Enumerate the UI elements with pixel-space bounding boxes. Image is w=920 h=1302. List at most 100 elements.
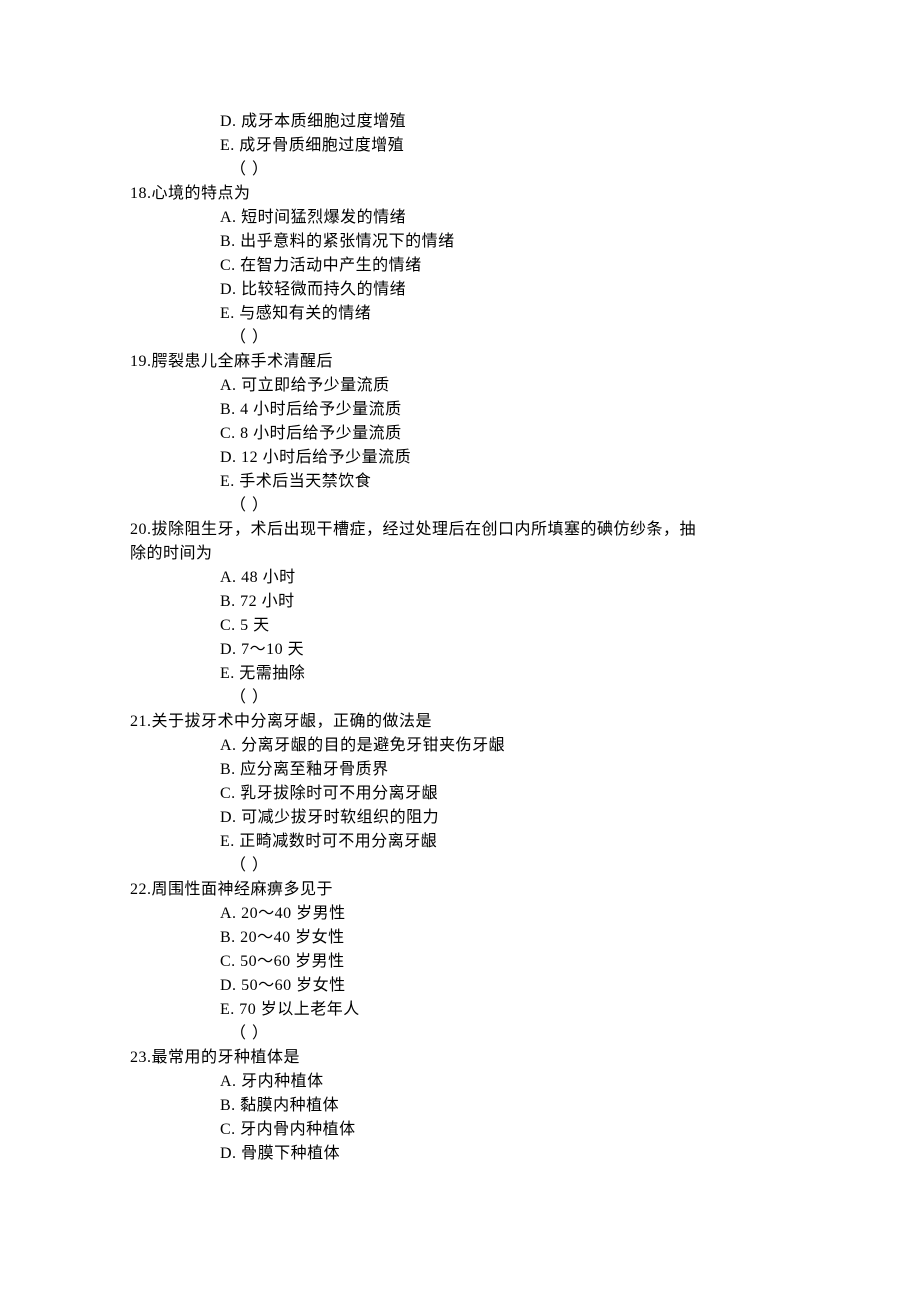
option-text: 无需抽除: [239, 665, 305, 682]
option-text: 50～60 岁男性: [240, 953, 345, 970]
answer-blank: （ ）: [130, 158, 790, 182]
q20-option-A: A. 48 小时: [130, 566, 790, 590]
option-letter: C.: [220, 425, 236, 442]
q18-text: 心境的特点为: [152, 185, 251, 202]
q22-num: 22.: [130, 881, 152, 898]
option-letter-E: E.: [220, 137, 235, 154]
option-letter: C.: [220, 953, 236, 970]
q19-option-D: D. 12 小时后给予少量流质: [130, 446, 790, 470]
option-letter: B.: [220, 929, 236, 946]
option-text: 5 天: [240, 617, 270, 634]
q19-option-B: B. 4 小时后给予少量流质: [130, 398, 790, 422]
option-text: 出乎意料的紧张情况下的情绪: [240, 233, 455, 250]
option-text: 20～40 岁女性: [240, 929, 345, 946]
q20-text-line2: 除的时间为: [130, 542, 790, 566]
q20-option-B: B. 72 小时: [130, 590, 790, 614]
q18-option-B: B. 出乎意料的紧张情况下的情绪: [130, 230, 790, 254]
option-letter: A.: [220, 1073, 237, 1090]
option-text: 应分离至釉牙骨质界: [240, 761, 389, 778]
option-letter: D.: [220, 449, 237, 466]
q21-option-E: E. 正畸减数时可不用分离牙龈: [130, 830, 790, 854]
option-text: 可立即给予少量流质: [241, 377, 390, 394]
answer-blank: （ ）: [130, 326, 790, 350]
q21-option-C: C. 乳牙拔除时可不用分离牙龈: [130, 782, 790, 806]
q20-option-C: C. 5 天: [130, 614, 790, 638]
option-letter: B.: [220, 233, 236, 250]
option-letter: E.: [220, 833, 235, 850]
option-text: 骨膜下种植体: [241, 1145, 340, 1162]
q22-text: 周围性面神经麻痹多见于: [152, 881, 334, 898]
option-text: 手术后当天禁饮食: [239, 473, 371, 490]
option-E: E. 成牙骨质细胞过度增殖: [130, 134, 790, 158]
question-22: 22.周围性面神经麻痹多见于: [130, 878, 790, 902]
option-text: 正畸减数时可不用分离牙龈: [239, 833, 437, 850]
option-letter: E.: [220, 1001, 235, 1018]
option-letter: A.: [220, 209, 237, 226]
option-text: 乳牙拔除时可不用分离牙龈: [240, 785, 438, 802]
option-letter: D.: [220, 281, 237, 298]
q18-option-A: A. 短时间猛烈爆发的情绪: [130, 206, 790, 230]
q23-text: 最常用的牙种植体是: [152, 1049, 301, 1066]
option-text: 72 小时: [240, 593, 295, 610]
q18-num: 18.: [130, 185, 152, 202]
q21-option-A: A. 分离牙龈的目的是避免牙钳夹伤牙龈: [130, 734, 790, 758]
option-text: 8 小时后给予少量流质: [240, 425, 402, 442]
question-18: 18.心境的特点为: [130, 182, 790, 206]
q23-option-D: D. 骨膜下种植体: [130, 1142, 790, 1166]
option-letter: D.: [220, 1145, 237, 1162]
q23-option-B: B. 黏膜内种植体: [130, 1094, 790, 1118]
q19-option-A: A. 可立即给予少量流质: [130, 374, 790, 398]
option-letter: E.: [220, 473, 235, 490]
option-text: 12 小时后给予少量流质: [241, 449, 411, 466]
q23-option-A: A. 牙内种植体: [130, 1070, 790, 1094]
option-letter: B.: [220, 1097, 236, 1114]
option-text: 牙内骨内种植体: [240, 1121, 356, 1138]
option-text: 4 小时后给予少量流质: [240, 401, 402, 418]
q23-num: 23.: [130, 1049, 152, 1066]
option-text: 比较轻微而持久的情绪: [241, 281, 406, 298]
q23-option-C: C. 牙内骨内种植体: [130, 1118, 790, 1142]
option-text: 分离牙龈的目的是避免牙钳夹伤牙龈: [241, 737, 505, 754]
q21-text: 关于拔牙术中分离牙龈，正确的做法是: [152, 713, 433, 730]
option-letter: A.: [220, 569, 237, 586]
option-D: D. 成牙本质细胞过度增殖: [130, 110, 790, 134]
option-text: 20～40 岁男性: [241, 905, 346, 922]
q20-option-D: D. 7～10 天: [130, 638, 790, 662]
option-letter-D: D.: [220, 113, 237, 130]
option-text-D: 成牙本质细胞过度增殖: [241, 113, 406, 130]
option-text: 48 小时: [241, 569, 296, 586]
option-letter: D.: [220, 641, 237, 658]
option-text: 短时间猛烈爆发的情绪: [241, 209, 406, 226]
q18-option-C: C. 在智力活动中产生的情绪: [130, 254, 790, 278]
option-letter: A.: [220, 377, 237, 394]
q19-text: 腭裂患儿全麻手术清醒后: [152, 353, 334, 370]
option-letter: A.: [220, 737, 237, 754]
q21-num: 21.: [130, 713, 152, 730]
question-19: 19.腭裂患儿全麻手术清醒后: [130, 350, 790, 374]
option-letter: D.: [220, 809, 237, 826]
option-text: 与感知有关的情绪: [239, 305, 371, 322]
q22-option-A: A. 20～40 岁男性: [130, 902, 790, 926]
option-letter: E.: [220, 665, 235, 682]
option-text: 可减少拔牙时软组织的阻力: [241, 809, 439, 826]
option-letter: E.: [220, 305, 235, 322]
option-letter: B.: [220, 593, 236, 610]
question-21: 21.关于拔牙术中分离牙龈，正确的做法是: [130, 710, 790, 734]
q22-option-B: B. 20～40 岁女性: [130, 926, 790, 950]
option-text: 50～60 岁女性: [241, 977, 346, 994]
q20-num: 20.: [130, 521, 152, 538]
q21-option-D: D. 可减少拔牙时软组织的阻力: [130, 806, 790, 830]
question-23: 23.最常用的牙种植体是: [130, 1046, 790, 1070]
option-letter: B.: [220, 401, 236, 418]
answer-blank: （ ）: [130, 686, 790, 710]
option-letter: C.: [220, 257, 236, 274]
q20-text-line1: 拔除阻生牙，术后出现干槽症，经过处理后在创口内所填塞的碘仿纱条，抽: [152, 521, 697, 538]
q22-option-C: C. 50～60 岁男性: [130, 950, 790, 974]
q18-option-E: E. 与感知有关的情绪: [130, 302, 790, 326]
exam-page: D. 成牙本质细胞过度增殖 E. 成牙骨质细胞过度增殖 （ ） 18.心境的特点…: [0, 0, 920, 1302]
q19-option-E: E. 手术后当天禁饮食: [130, 470, 790, 494]
q22-option-D: D. 50～60 岁女性: [130, 974, 790, 998]
option-letter: C.: [220, 617, 236, 634]
option-letter: B.: [220, 761, 236, 778]
option-text: 黏膜内种植体: [240, 1097, 339, 1114]
